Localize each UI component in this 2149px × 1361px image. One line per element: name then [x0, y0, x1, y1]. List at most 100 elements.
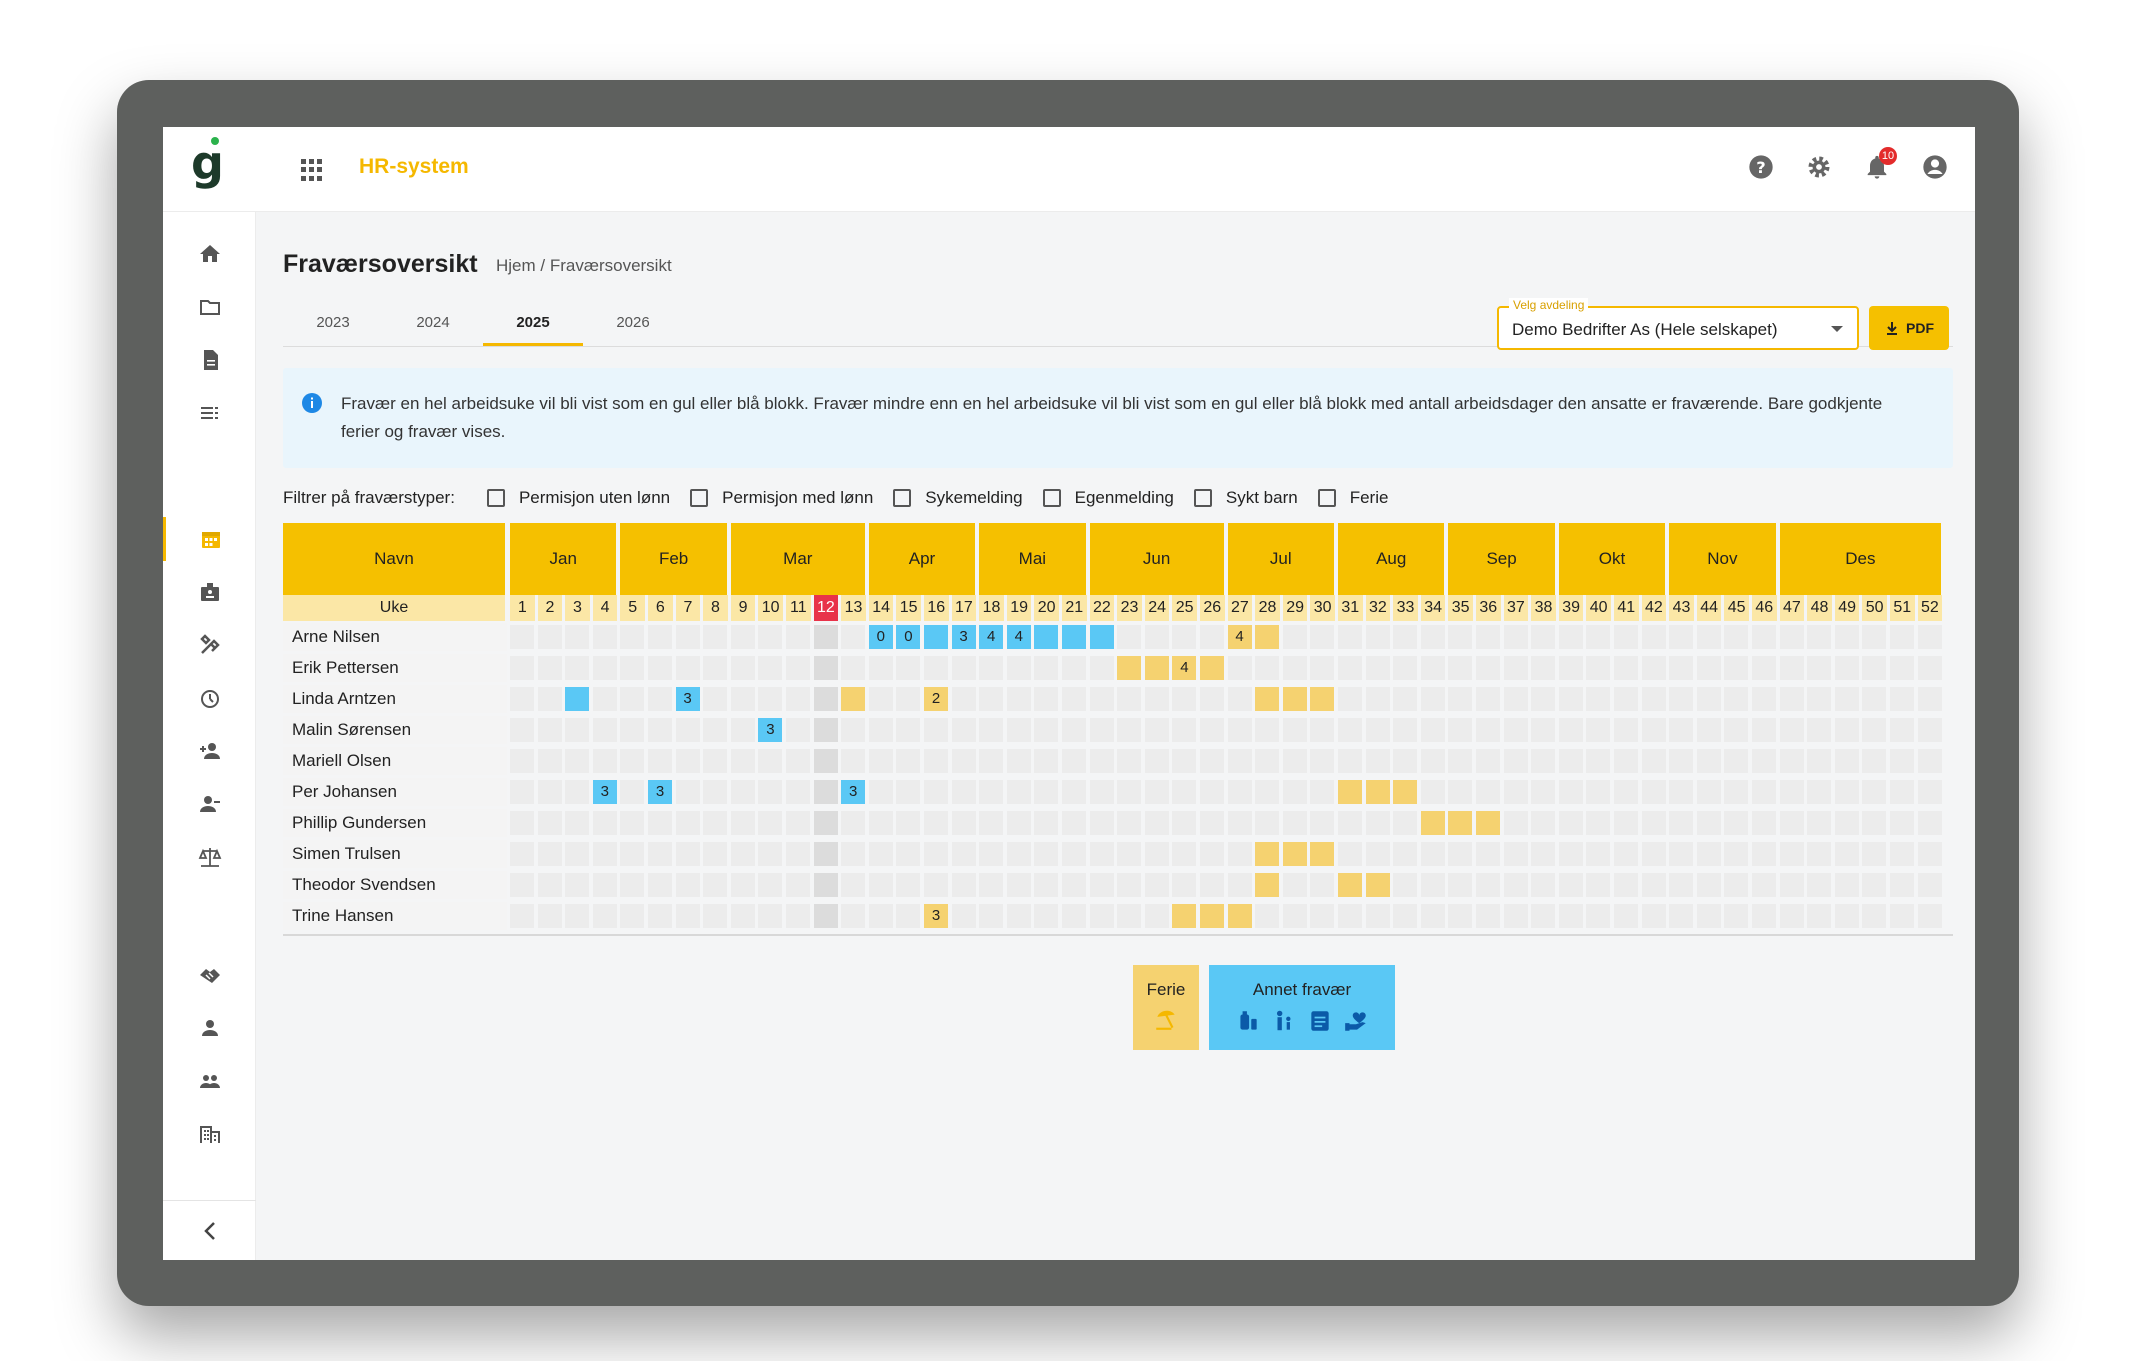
- week-cell[interactable]: [758, 811, 783, 835]
- checkbox[interactable]: [1193, 489, 1212, 507]
- absence-block-ferie[interactable]: [1255, 625, 1280, 649]
- week-cell[interactable]: [1779, 842, 1804, 866]
- timer-icon[interactable]: [163, 676, 256, 720]
- week-cell[interactable]: [1862, 904, 1887, 928]
- week-cell[interactable]: [1117, 811, 1142, 835]
- week-cell[interactable]: [675, 904, 700, 928]
- week-cell[interactable]: [951, 904, 976, 928]
- week-cell[interactable]: [1227, 687, 1252, 711]
- week-cell[interactable]: [1338, 687, 1362, 711]
- week-cell[interactable]: [1365, 656, 1390, 680]
- week-cell[interactable]: [1862, 718, 1887, 742]
- week-cell[interactable]: [758, 842, 783, 866]
- week-cell[interactable]: [1172, 780, 1197, 804]
- week-cell[interactable]: [1531, 842, 1556, 866]
- week-cell[interactable]: [1227, 811, 1252, 835]
- week-cell[interactable]: [1669, 873, 1694, 897]
- week-cell[interactable]: [896, 811, 921, 835]
- week-cell[interactable]: [1310, 625, 1335, 649]
- week-cell[interactable]: [592, 718, 617, 742]
- absence-block-ferie[interactable]: [1393, 780, 1418, 804]
- absence-block-ferie[interactable]: [1365, 873, 1390, 897]
- week-cell[interactable]: [1310, 811, 1335, 835]
- week-cell[interactable]: [841, 749, 866, 773]
- week-cell[interactable]: [1807, 749, 1832, 773]
- week-cell[interactable]: [592, 749, 617, 773]
- week-cell[interactable]: [1006, 656, 1031, 680]
- add-person-icon[interactable]: [163, 729, 256, 773]
- checkbox[interactable]: [893, 489, 912, 507]
- week-cell[interactable]: [1807, 811, 1832, 835]
- week-cell[interactable]: [868, 873, 893, 897]
- week-cell[interactable]: [841, 873, 866, 897]
- week-cell[interactable]: [1890, 687, 1914, 711]
- week-cell[interactable]: [1117, 749, 1142, 773]
- week-cell[interactable]: [758, 656, 783, 680]
- week-cell[interactable]: [1365, 749, 1390, 773]
- week-cell[interactable]: [1862, 687, 1887, 711]
- week-cell[interactable]: [730, 718, 755, 742]
- week-cell[interactable]: [1062, 842, 1086, 866]
- tab-2025[interactable]: 2025: [483, 302, 583, 346]
- week-cell[interactable]: [813, 904, 838, 928]
- week-cell[interactable]: [1310, 718, 1335, 742]
- week-cell[interactable]: [951, 687, 976, 711]
- week-cell[interactable]: [1062, 873, 1086, 897]
- week-cell[interactable]: [1834, 780, 1859, 804]
- week-cell[interactable]: [1089, 780, 1114, 804]
- week-cell[interactable]: [1696, 656, 1721, 680]
- week-cell[interactable]: [1338, 842, 1362, 866]
- week-cell[interactable]: [703, 749, 728, 773]
- employee-name[interactable]: Simen Trulsen: [283, 840, 507, 868]
- week-cell[interactable]: [1310, 656, 1335, 680]
- week-cell[interactable]: [1586, 656, 1611, 680]
- week-cell[interactable]: [1227, 780, 1252, 804]
- week-cell[interactable]: [841, 842, 866, 866]
- week-cell[interactable]: [1614, 780, 1638, 804]
- week-cell[interactable]: [1420, 625, 1445, 649]
- week-cell[interactable]: [868, 780, 893, 804]
- week-cell[interactable]: [1117, 842, 1142, 866]
- week-cell[interactable]: [1255, 656, 1280, 680]
- week-cell[interactable]: [648, 904, 672, 928]
- week-cell[interactable]: [1834, 749, 1859, 773]
- week-cell[interactable]: [675, 749, 700, 773]
- week-cell[interactable]: [1752, 842, 1776, 866]
- collapse-sidebar-button[interactable]: [163, 1200, 256, 1260]
- week-cell[interactable]: [1365, 904, 1390, 928]
- week-cell[interactable]: [1476, 873, 1500, 897]
- absence-block-ferie[interactable]: [1144, 656, 1169, 680]
- folder-icon[interactable]: [163, 285, 256, 329]
- week-cell[interactable]: [813, 749, 838, 773]
- week-cell[interactable]: [1834, 625, 1859, 649]
- absence-block-ferie[interactable]: [1117, 656, 1142, 680]
- week-cell[interactable]: [1006, 873, 1031, 897]
- week-cell[interactable]: [1006, 687, 1031, 711]
- week-cell[interactable]: [1669, 749, 1694, 773]
- week-cell[interactable]: [1558, 625, 1583, 649]
- week-cell[interactable]: [620, 749, 645, 773]
- week-cell[interactable]: [1641, 625, 1666, 649]
- week-cell[interactable]: [730, 656, 755, 680]
- week-cell[interactable]: [1420, 687, 1445, 711]
- week-cell[interactable]: [1614, 656, 1638, 680]
- absence-block-ferie[interactable]: [1420, 811, 1445, 835]
- week-cell[interactable]: [1448, 873, 1473, 897]
- week-cell[interactable]: [1448, 625, 1473, 649]
- week-cell[interactable]: [841, 811, 866, 835]
- week-cell[interactable]: [1144, 780, 1169, 804]
- absence-block-ferie[interactable]: [1227, 904, 1252, 928]
- week-cell[interactable]: [813, 687, 838, 711]
- week-cell[interactable]: [1503, 873, 1528, 897]
- week-cell[interactable]: [1724, 656, 1749, 680]
- week-cell[interactable]: [1117, 904, 1142, 928]
- week-cell[interactable]: [1503, 687, 1528, 711]
- week-cell[interactable]: [1089, 749, 1114, 773]
- absence-block-annet[interactable]: 4: [979, 625, 1004, 649]
- week-cell[interactable]: [730, 749, 755, 773]
- week-cell[interactable]: [1089, 718, 1114, 742]
- week-cell[interactable]: [1006, 718, 1031, 742]
- week-cell[interactable]: [1006, 842, 1031, 866]
- week-cell[interactable]: [1365, 625, 1390, 649]
- week-cell[interactable]: [951, 656, 976, 680]
